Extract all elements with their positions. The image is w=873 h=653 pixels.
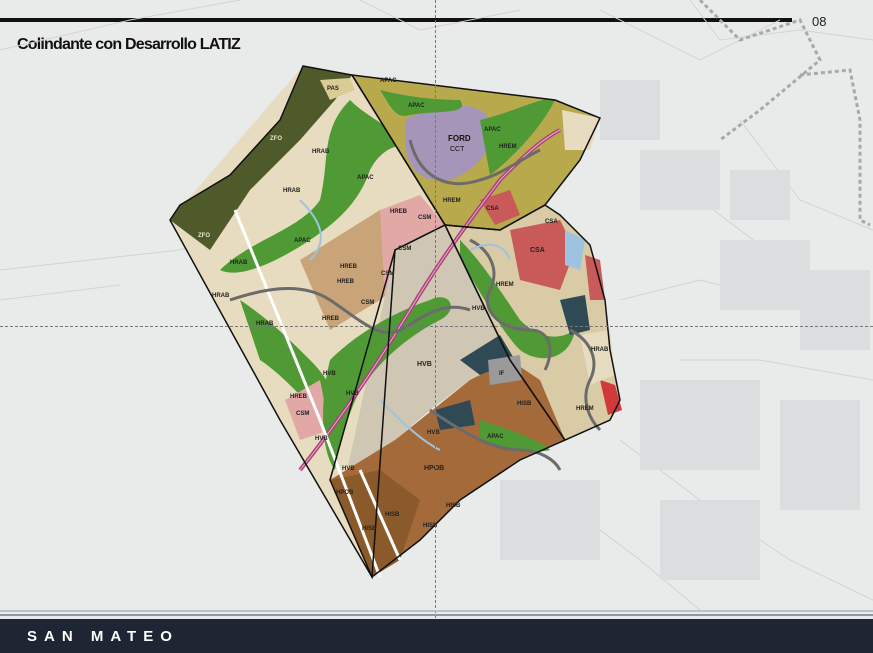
label-ford: FORD xyxy=(448,134,471,143)
label-hrem-1: HREM xyxy=(443,198,461,204)
label-hreb-3: HREB xyxy=(337,279,355,285)
label-hisb-1: HISB xyxy=(517,401,532,407)
label-hreb-4: HREB xyxy=(322,316,340,322)
label-csm-4: CSM xyxy=(361,300,374,306)
label-hrab-east: HRAB xyxy=(591,347,609,353)
label-if: IF xyxy=(499,371,505,377)
label-hrab-2: HRAB xyxy=(283,188,301,194)
label-csa-1: CSA xyxy=(530,247,545,254)
label-hisb-3: HISB xyxy=(362,526,377,532)
label-apac-5: APAC xyxy=(487,434,504,440)
label-csm-3: CSM xyxy=(381,271,394,277)
label-hvb-1: HVB xyxy=(417,361,432,368)
label-hreb-2: HREB xyxy=(340,264,358,270)
label-hrem-3: HREM xyxy=(496,282,514,288)
label-hreb-5: HREB xyxy=(290,394,308,400)
land-use-map: PAS ZFO ZFO HRAB HRAB HRAB HRAB HRAB APA… xyxy=(0,0,873,610)
label-hrab-3: HRAB xyxy=(230,260,248,266)
label-zfo-top: ZFO xyxy=(270,136,282,142)
label-hvb-5: HVB xyxy=(342,466,355,472)
label-apac-6: APAC xyxy=(380,78,397,84)
label-hisb-2: HISB xyxy=(385,512,400,518)
label-hvb-3: HVB xyxy=(323,371,336,377)
label-hpob-2: HPOB xyxy=(336,490,354,496)
label-hrab-1: HRAB xyxy=(312,149,330,155)
label-csa-2: CSA xyxy=(545,219,558,225)
footer-bar: SAN MATEO xyxy=(0,619,873,653)
slide: 08 Colindante con Desarrollo LATIZ PAS Z… xyxy=(0,0,873,653)
label-apac-1: APAC xyxy=(357,175,374,181)
label-hrem-2: HREM xyxy=(499,144,517,150)
brand-name: SAN MATEO xyxy=(27,628,179,645)
label-hrem-east: HREM xyxy=(576,406,594,412)
label-hrab-5: HRAB xyxy=(212,293,230,299)
label-cct: CCT xyxy=(450,146,465,153)
label-pas: PAS xyxy=(327,86,339,92)
label-csm-1: CSM xyxy=(418,215,431,221)
label-apac-4: APAC xyxy=(484,127,501,133)
label-hvb-7: HVB xyxy=(472,306,485,312)
label-zfo-left: ZFO xyxy=(198,233,210,239)
label-apac-3: APAC xyxy=(408,103,425,109)
guide-line-horizontal xyxy=(0,326,873,327)
label-hreb-1: HREB xyxy=(390,209,408,215)
label-hvb-2: HVB xyxy=(346,391,359,397)
label-apac-2: APAC xyxy=(294,238,311,244)
label-csm-5: CSM xyxy=(296,411,309,417)
label-hisb-5: HISB xyxy=(446,503,461,509)
label-hvb-4: HVB xyxy=(315,436,328,442)
label-csa-3: CSA xyxy=(486,206,499,212)
label-hvb-6: HVB xyxy=(427,430,440,436)
label-csm-2: CSM xyxy=(398,246,411,252)
